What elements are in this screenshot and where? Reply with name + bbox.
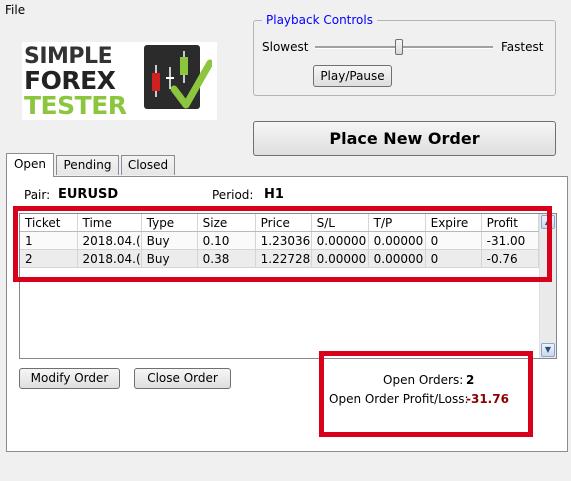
- cell-time: 2018.04.(: [77, 249, 142, 268]
- open-orders-value: 2: [466, 373, 475, 387]
- tab-open[interactable]: Open: [6, 153, 54, 177]
- cell-type: Buy: [141, 249, 198, 268]
- candlestick-check-icon: [144, 45, 212, 109]
- column-header-size[interactable]: Size: [197, 214, 256, 232]
- column-header-time[interactable]: Time: [77, 214, 142, 232]
- pair-value: EURUSD: [58, 187, 119, 202]
- cell-time: 2018.04.(: [77, 231, 142, 250]
- cell-sl: 0.00000: [311, 231, 369, 250]
- cell-profit: -0.76: [481, 249, 539, 268]
- table-row[interactable]: 2 2018.04.( Buy 0.38 1.22728 0.00000 0.0…: [20, 249, 539, 268]
- cell-ticket: 1: [20, 231, 78, 250]
- cell-sl: 0.00000: [311, 249, 369, 268]
- cell-price: 1.22728: [255, 249, 312, 268]
- cell-tp: 0.00000: [368, 231, 426, 250]
- tab-closed[interactable]: Closed: [121, 155, 175, 175]
- playback-controls-group: [253, 20, 556, 96]
- column-header-expire[interactable]: Expire: [425, 214, 482, 232]
- playback-controls-title: Playback Controls: [262, 13, 377, 27]
- scroll-down-arrow-icon[interactable]: ▼: [541, 343, 555, 357]
- close-order-button[interactable]: Close Order: [134, 368, 231, 389]
- profit-loss-value: -31.76: [466, 392, 509, 406]
- orders-grid[interactable]: Ticket Time Type Size Price S/L T/P Expi…: [19, 213, 557, 359]
- speed-slider-track[interactable]: [315, 46, 493, 49]
- speed-fastest-label: Fastest: [501, 40, 544, 54]
- column-header-ticket[interactable]: Ticket: [20, 214, 78, 232]
- column-header-tp[interactable]: T/P: [368, 214, 426, 232]
- simple-forex-tester-window: File SIMPLE FOREX TESTER Playback Contro…: [0, 0, 571, 481]
- open-orders-label: Open Orders:: [383, 373, 464, 387]
- logo-line-tester: TESTER: [24, 91, 127, 120]
- cell-expire: 0: [425, 231, 482, 250]
- column-header-type[interactable]: Type: [141, 214, 198, 232]
- play-pause-button[interactable]: Play/Pause: [313, 65, 392, 87]
- period-label: Period:: [212, 188, 254, 202]
- modify-order-button[interactable]: Modify Order: [19, 368, 120, 389]
- pair-label: Pair:: [24, 188, 51, 202]
- place-new-order-button[interactable]: Place New Order: [253, 121, 556, 156]
- speed-slider-thumb[interactable]: [394, 39, 403, 55]
- cell-tp: 0.00000: [368, 249, 426, 268]
- profit-loss-label: Open Order Profit/Loss:: [329, 392, 469, 406]
- orders-table: Ticket Time Type Size Price S/L T/P Expi…: [20, 214, 539, 268]
- simple-forex-tester-logo: SIMPLE FOREX TESTER: [22, 42, 217, 120]
- column-header-profit[interactable]: Profit: [481, 214, 539, 232]
- menu-file[interactable]: File: [5, 3, 25, 17]
- scroll-up-arrow-icon[interactable]: ▲: [541, 215, 555, 229]
- table-row[interactable]: 1 2018.04.( Buy 0.10 1.23036 0.00000 0.0…: [20, 231, 539, 250]
- speed-slowest-label: Slowest: [262, 40, 309, 54]
- cell-ticket: 2: [20, 249, 78, 268]
- table-header-row: Ticket Time Type Size Price S/L T/P Expi…: [20, 214, 539, 232]
- cell-size: 0.10: [197, 231, 256, 250]
- cell-size: 0.38: [197, 249, 256, 268]
- tab-pending[interactable]: Pending: [56, 155, 119, 175]
- cell-type: Buy: [141, 231, 198, 250]
- logo-line-simple: SIMPLE: [24, 44, 113, 69]
- period-value: H1: [264, 187, 284, 202]
- cell-expire: 0: [425, 249, 482, 268]
- cell-profit: -31.00: [481, 231, 539, 250]
- column-header-price[interactable]: Price: [255, 214, 312, 232]
- vertical-scrollbar[interactable]: ▲ ▼: [539, 214, 556, 358]
- logo-line-forex: FOREX: [24, 66, 116, 95]
- cell-price: 1.23036: [255, 231, 312, 250]
- column-header-sl[interactable]: S/L: [311, 214, 369, 232]
